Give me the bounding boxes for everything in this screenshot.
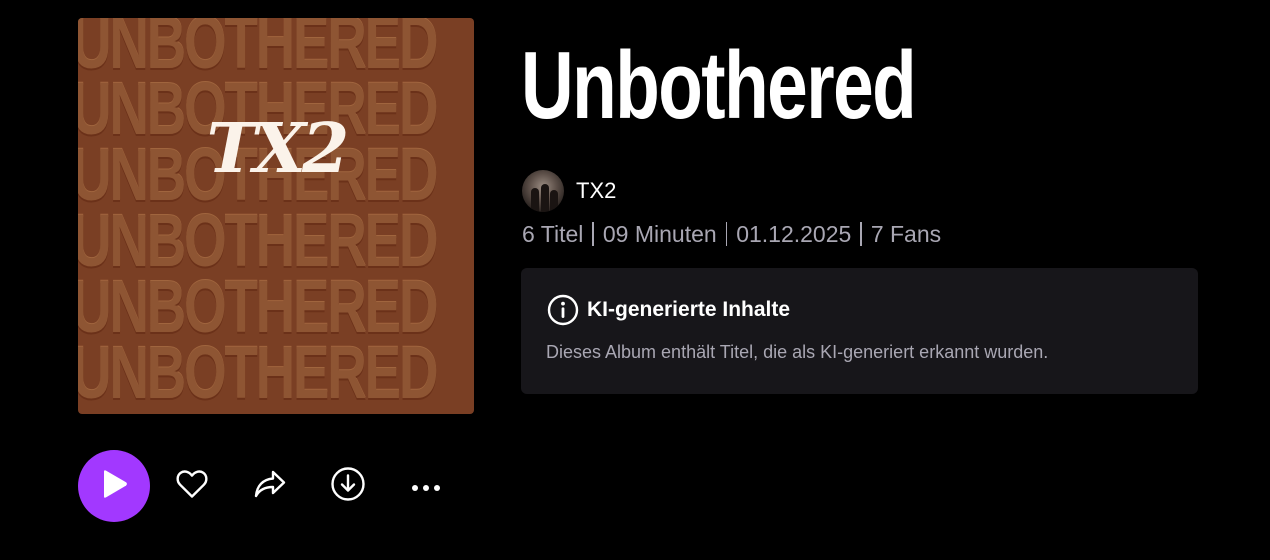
artist-name[interactable]: TX2: [576, 178, 616, 204]
album-duration: 09 Minuten: [602, 221, 717, 247]
heart-icon: [175, 469, 209, 503]
notice-header: KI-generierte Inhalte: [547, 294, 790, 326]
info-icon: [547, 294, 579, 326]
meta-divider: [592, 222, 594, 246]
download-icon: [330, 466, 366, 506]
meta-divider: [860, 222, 862, 246]
avatar-figure: [541, 184, 549, 212]
more-icon: [411, 477, 441, 496]
fan-count: 7 Fans: [870, 221, 942, 247]
share-button[interactable]: [250, 466, 290, 506]
album-title: Unbothered: [521, 32, 917, 139]
notice-text: Dieses Album enthält Titel, die als KI-g…: [546, 342, 1049, 362]
avatar-figure: [531, 188, 539, 212]
album-meta: 6 Titel 09 Minuten 01.12.2025 7 Fans: [522, 218, 941, 250]
meta-divider: [725, 222, 728, 246]
action-bar: [78, 450, 446, 522]
ai-content-notice: KI-generierte Inhalte Dieses Album enthä…: [521, 268, 1198, 394]
cover-pattern: UNBOTHERED UNBOTHERED UNBOTHERED UNBOTHE…: [78, 18, 474, 414]
cover-logo: TX2: [206, 109, 350, 189]
notice-title: KI-generierte Inhalte: [587, 298, 791, 321]
release-date: 01.12.2025: [736, 221, 852, 247]
artist-avatar: [522, 170, 564, 212]
album-page: UNBOTHERED UNBOTHERED UNBOTHERED UNBOTHE…: [0, 0, 1270, 560]
share-icon: [253, 469, 287, 503]
download-button[interactable]: [328, 466, 368, 506]
artist-link[interactable]: TX2: [522, 170, 616, 212]
like-button[interactable]: [172, 466, 212, 506]
avatar-figure: [550, 190, 558, 212]
play-button[interactable]: [78, 450, 150, 522]
play-icon: [99, 468, 129, 504]
track-count: 6 Titel: [522, 221, 584, 247]
album-cover[interactable]: UNBOTHERED UNBOTHERED UNBOTHERED UNBOTHE…: [78, 18, 474, 414]
more-options-button[interactable]: [406, 466, 446, 506]
cover-pattern-word: UNBOTHERED: [78, 331, 438, 414]
